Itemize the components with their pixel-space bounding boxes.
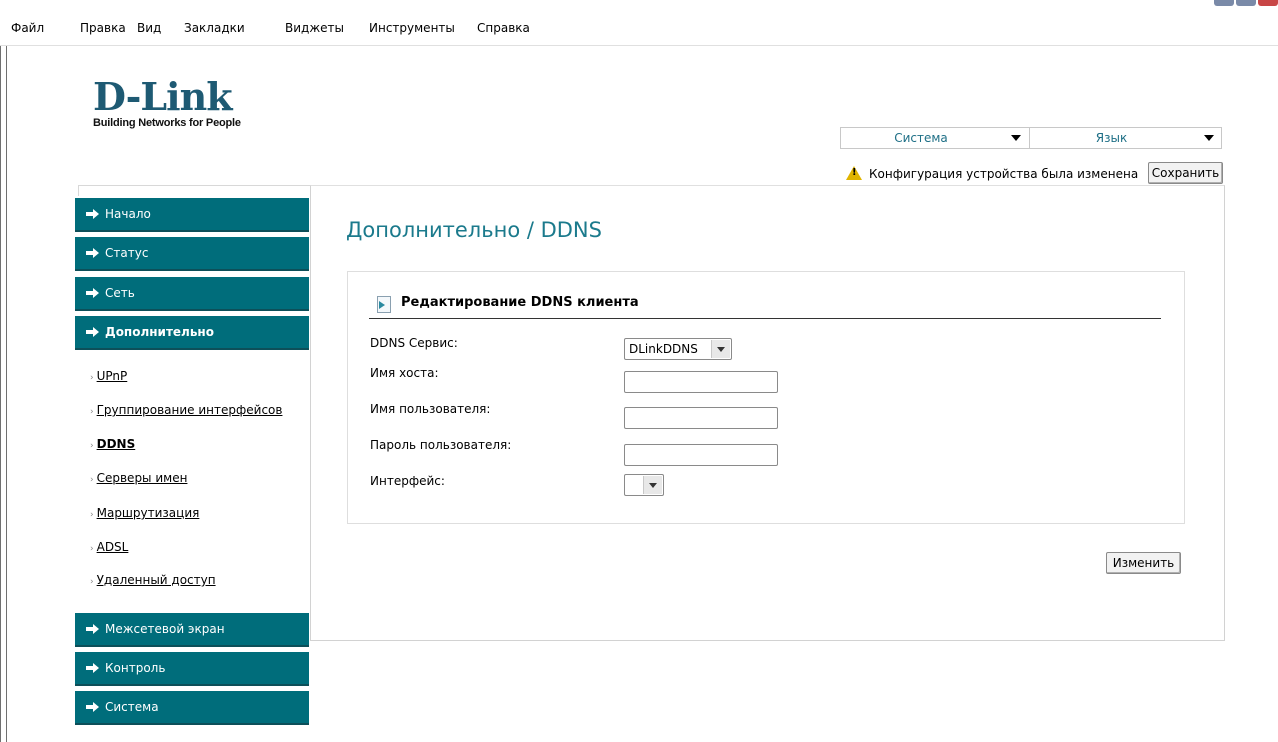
section-title: Редактирование DDNS клиента xyxy=(401,295,639,310)
document-arrow-icon xyxy=(377,296,391,313)
ddns-service-value: DLinkDDNS xyxy=(629,342,698,356)
minimize-icon[interactable] xyxy=(1214,0,1234,6)
arrow-right-icon xyxy=(86,624,99,634)
bullet-icon: › xyxy=(90,475,94,485)
chevron-down-icon xyxy=(643,476,662,494)
sidebar-item-label: Начало xyxy=(105,207,151,221)
browser-menubar: Файл Правка Вид Закладки Виджеты Инструм… xyxy=(0,0,1278,46)
maximize-icon[interactable] xyxy=(1236,0,1256,6)
sidebar-subitem-interface-grouping[interactable]: › Группирование интерфейсов xyxy=(90,403,282,417)
username-input[interactable] xyxy=(624,407,778,429)
bullet-icon: › xyxy=(90,373,94,383)
sidebar-item-status[interactable]: Статус xyxy=(75,237,309,269)
bullet-icon: › xyxy=(90,577,94,587)
sidebar-subitem-upnp[interactable]: › UPnP xyxy=(90,369,127,383)
sidebar-subitem-adsl[interactable]: › ADSL xyxy=(90,540,128,554)
menu-tools[interactable]: Инструменты xyxy=(369,11,455,45)
chevron-down-icon xyxy=(1011,135,1021,141)
sidebar-subitem-label: UPnP xyxy=(96,369,128,383)
interface-select[interactable] xyxy=(624,474,664,496)
logo-tagline: Building Networks for People xyxy=(93,117,241,129)
arrow-right-icon xyxy=(86,327,99,337)
menu-widgets[interactable]: Виджеты xyxy=(285,11,344,45)
config-changed-text: Конфигурация устройства была изменена xyxy=(869,167,1139,181)
menu-help[interactable]: Справка xyxy=(477,11,530,45)
menu-view[interactable]: Вид xyxy=(137,11,161,45)
sidebar-item-label: Сеть xyxy=(105,286,135,300)
sidebar-subitem-label: DDNS xyxy=(96,437,136,451)
bullet-icon: › xyxy=(90,544,94,554)
chevron-down-icon xyxy=(1204,135,1214,141)
interface-label: Интерфейс: xyxy=(370,474,445,488)
menu-bookmarks[interactable]: Закладки xyxy=(184,11,245,45)
arrow-right-icon xyxy=(86,663,99,673)
sidebar-item-label: Система xyxy=(105,700,159,714)
password-label: Пароль пользователя: xyxy=(370,438,512,452)
sidebar-subitem-label: Удаленный доступ xyxy=(96,573,216,587)
bullet-icon: › xyxy=(90,441,94,451)
sidebar-subitem-label: Группирование интерфейсов xyxy=(96,403,283,417)
chevron-down-icon xyxy=(711,340,730,358)
language-select[interactable]: Язык xyxy=(1029,127,1222,149)
close-icon[interactable] xyxy=(1258,0,1278,6)
warning-icon xyxy=(846,166,862,180)
sidebar-subitem-label: ADSL xyxy=(96,540,129,554)
sidebar-item-advanced[interactable]: Дополнительно xyxy=(75,316,309,348)
sidebar-subitem-remote-access[interactable]: › Удаленный доступ xyxy=(90,573,216,587)
ddns-service-select[interactable]: DLinkDDNS xyxy=(624,338,732,360)
window-controls xyxy=(1214,0,1278,6)
arrow-right-icon xyxy=(86,248,99,258)
page-title: Дополнительно / DDNS xyxy=(346,218,602,242)
ddns-service-label: DDNS Сервис: xyxy=(370,336,458,350)
bullet-icon: › xyxy=(90,407,94,417)
sidebar-subitem-label: Маршрутизация xyxy=(96,506,200,520)
hostname-label: Имя хоста: xyxy=(370,366,439,380)
menu-file[interactable]: Файл xyxy=(11,11,44,45)
change-button[interactable]: Изменить xyxy=(1106,552,1181,574)
window-top-strip xyxy=(0,0,1278,11)
sidebar-item-home[interactable]: Начало xyxy=(75,198,309,230)
save-button[interactable]: Сохранить xyxy=(1148,162,1223,184)
sidebar-item-firewall[interactable]: Межсетевой экран xyxy=(75,613,309,645)
arrow-right-icon xyxy=(86,209,99,219)
system-select-label: Система xyxy=(894,131,948,145)
window-left-border xyxy=(0,46,7,742)
sidebar-item-label: Дополнительно xyxy=(105,325,214,339)
sidebar-item-label: Статус xyxy=(105,246,149,260)
sidebar-subitem-ddns[interactable]: › DDNS xyxy=(90,437,135,451)
section-divider xyxy=(369,318,1161,319)
arrow-right-icon xyxy=(86,288,99,298)
language-select-label: Язык xyxy=(1095,131,1128,145)
sidebar-item-label: Контроль xyxy=(105,661,166,675)
system-select[interactable]: Система xyxy=(840,127,1030,149)
password-input[interactable] xyxy=(624,444,778,466)
arrow-right-icon xyxy=(86,702,99,712)
sidebar-frame xyxy=(78,185,311,196)
sidebar-item-label: Межсетевой экран xyxy=(105,622,225,636)
sidebar-item-control[interactable]: Контроль xyxy=(75,652,309,684)
sidebar-item-system[interactable]: Система xyxy=(75,691,309,723)
bullet-icon: › xyxy=(90,510,94,520)
username-label: Имя пользователя: xyxy=(370,402,491,416)
hostname-input[interactable] xyxy=(624,371,778,393)
sidebar-subitem-routing[interactable]: › Маршрутизация xyxy=(90,506,199,520)
menu-edit[interactable]: Правка xyxy=(80,11,126,45)
sidebar-subitem-label: Серверы имен xyxy=(96,471,188,485)
sidebar-subitem-name-servers[interactable]: › Серверы имен xyxy=(90,471,187,485)
dlink-logo: D-Link xyxy=(93,74,233,119)
sidebar-item-network[interactable]: Сеть xyxy=(75,277,309,309)
